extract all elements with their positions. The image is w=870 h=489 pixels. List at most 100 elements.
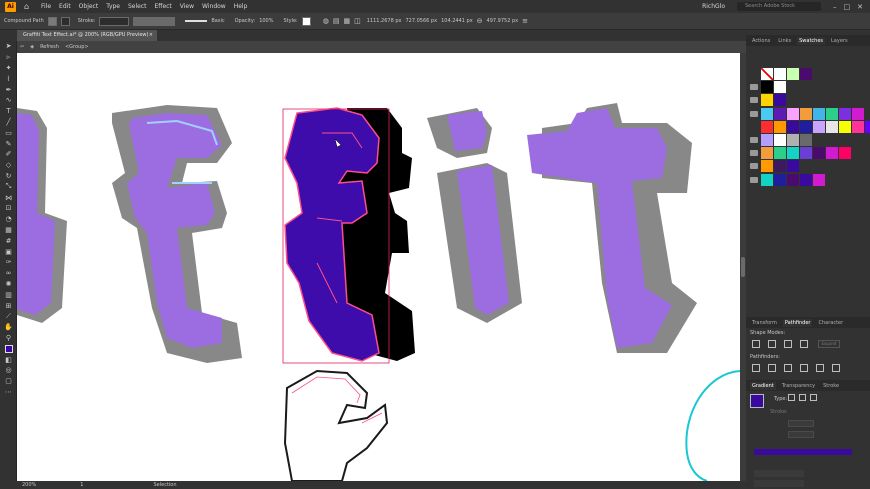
- tab-actions[interactable]: Actions: [750, 37, 772, 45]
- cyan-curve[interactable]: [685, 370, 740, 481]
- document-tab[interactable]: Graffiti Text Effect.ai* @ 200% (RGB/GPU…: [17, 30, 157, 41]
- swatch[interactable]: [800, 173, 812, 186]
- tab-links[interactable]: Links: [776, 37, 793, 45]
- location-field[interactable]: [754, 480, 804, 487]
- letter-f-outline[interactable]: [283, 369, 389, 481]
- zoom-level[interactable]: 200%: [22, 482, 36, 488]
- opacity-value[interactable]: 100%: [259, 18, 273, 24]
- swatch[interactable]: [774, 81, 786, 94]
- swatch-group-folder-icon[interactable]: [750, 176, 758, 183]
- gradient-tool-icon[interactable]: ▣: [0, 246, 17, 257]
- graphic-style-swatch[interactable]: [301, 16, 311, 26]
- tab-layers[interactable]: Layers: [829, 37, 850, 45]
- swatch[interactable]: [839, 120, 851, 133]
- menu-object[interactable]: Object: [79, 3, 99, 10]
- trim-icon[interactable]: [768, 364, 776, 372]
- swatch[interactable]: [774, 160, 786, 173]
- swatch[interactable]: [826, 107, 838, 120]
- artboard-tool-icon[interactable]: ⊞: [0, 300, 17, 311]
- transform-icon[interactable]: ▦: [343, 17, 350, 25]
- swatch[interactable]: [787, 160, 799, 173]
- tab-transform[interactable]: Transform: [750, 319, 779, 327]
- tab-character[interactable]: Character: [816, 319, 845, 327]
- swatch[interactable]: [761, 68, 773, 80]
- aspect-ratio-field[interactable]: [788, 431, 814, 438]
- draw-mode-icon[interactable]: ◎: [0, 365, 17, 376]
- menu-view[interactable]: View: [180, 3, 194, 10]
- scrollbar-thumb[interactable]: [741, 257, 745, 277]
- menu-file[interactable]: File: [41, 3, 51, 10]
- merge-icon[interactable]: [784, 364, 792, 372]
- menu-help[interactable]: Help: [234, 3, 248, 10]
- swatch[interactable]: [852, 120, 864, 133]
- crop-icon[interactable]: [800, 364, 808, 372]
- color-mode-icon[interactable]: ◧: [0, 354, 17, 365]
- swatch[interactable]: [852, 107, 864, 120]
- user-name[interactable]: RichGlo: [702, 3, 725, 10]
- swatch[interactable]: [800, 120, 812, 133]
- minus-back-icon[interactable]: [832, 364, 840, 372]
- tab-pathfinder[interactable]: Pathfinder: [782, 318, 813, 327]
- swatch[interactable]: [787, 107, 799, 120]
- swatch[interactable]: [813, 107, 825, 120]
- intersect-icon[interactable]: [784, 340, 792, 348]
- brush-definition[interactable]: Basic: [185, 18, 225, 24]
- mesh-tool-icon[interactable]: #: [0, 235, 17, 246]
- link-proportions-icon[interactable]: ⊖: [477, 17, 483, 25]
- close-icon[interactable]: ✕: [857, 3, 863, 11]
- scale-tool-icon[interactable]: ⤡: [0, 181, 17, 192]
- swatch-group-folder-icon[interactable]: [750, 137, 758, 143]
- swatch[interactable]: [800, 68, 812, 80]
- blend-tool-icon[interactable]: ∞: [0, 268, 17, 279]
- swatch[interactable]: [800, 107, 812, 120]
- column-graph-icon[interactable]: ▥: [0, 289, 17, 300]
- letter-f-gray[interactable]: [112, 105, 242, 363]
- tab-transparency[interactable]: Transparency: [780, 382, 817, 390]
- swatch[interactable]: [761, 160, 773, 173]
- tab-swatches[interactable]: Swatches: [797, 36, 826, 45]
- letter-a-partial[interactable]: [17, 108, 67, 323]
- back-arrow-icon[interactable]: ⇦: [20, 44, 24, 50]
- screen-mode-icon[interactable]: ▢: [0, 376, 17, 387]
- unite-icon[interactable]: [752, 340, 760, 348]
- curvature-tool-icon[interactable]: ∿: [0, 95, 17, 106]
- pen-tool-icon[interactable]: ✒: [0, 84, 17, 95]
- line-tool-icon[interactable]: ╱: [0, 117, 17, 128]
- direct-selection-tool-icon[interactable]: ▹: [0, 52, 17, 63]
- swatch[interactable]: [813, 173, 825, 186]
- fill-stroke-icon[interactable]: [0, 343, 17, 354]
- type-tool-icon[interactable]: T: [0, 106, 17, 117]
- swatch[interactable]: [761, 120, 773, 133]
- breadcrumb-group[interactable]: <Group>: [65, 44, 89, 50]
- stroke-weight-field[interactable]: [99, 16, 130, 26]
- minimize-icon[interactable]: –: [833, 3, 837, 11]
- tab-stroke[interactable]: Stroke: [821, 382, 841, 390]
- fill-swatch[interactable]: [47, 16, 57, 26]
- menu-effect[interactable]: Effect: [155, 3, 172, 10]
- close-tab-icon[interactable]: ×: [149, 32, 153, 38]
- magic-wand-icon[interactable]: ✦: [0, 63, 17, 74]
- swatch[interactable]: [787, 68, 799, 80]
- hand-tool-icon[interactable]: ✋: [0, 322, 17, 333]
- maximize-icon[interactable]: □: [844, 3, 851, 11]
- width-tool-icon[interactable]: ⋈: [0, 192, 17, 203]
- swatch[interactable]: [774, 107, 786, 120]
- rotate-tool-icon[interactable]: ↻: [0, 171, 17, 182]
- free-transform-icon[interactable]: ⊡: [0, 203, 17, 214]
- shape-builder-icon[interactable]: ◔: [0, 214, 17, 225]
- x-field[interactable]: 1111.2678 px: [367, 18, 402, 24]
- swatch-group-folder-icon[interactable]: [750, 97, 758, 104]
- swatch[interactable]: [761, 107, 773, 120]
- edit-toolbar-icon[interactable]: ⋯: [0, 387, 17, 398]
- variable-width-profile[interactable]: [133, 16, 176, 26]
- artboard-canvas[interactable]: [17, 53, 740, 481]
- tab-gradient[interactable]: Gradient: [750, 381, 776, 390]
- letter-f-selected[interactable]: [282, 107, 415, 364]
- recolor-icon[interactable]: ◍: [323, 17, 329, 25]
- swatch[interactable]: [865, 120, 870, 133]
- menu-type[interactable]: Type: [106, 3, 120, 10]
- y-field[interactable]: 727.0566 px: [405, 18, 437, 24]
- eraser-icon[interactable]: ◇: [0, 160, 17, 171]
- paintbrush-icon[interactable]: ✎: [0, 138, 17, 149]
- swatch[interactable]: [761, 147, 773, 160]
